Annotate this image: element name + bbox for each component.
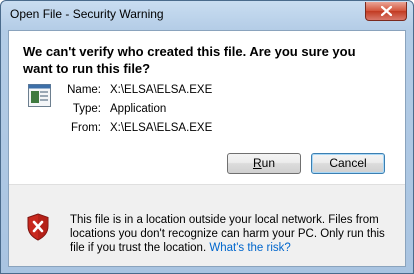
title-bar[interactable]: Open File - Security Warning bbox=[1, 1, 413, 31]
name-value: X:\ELSA\ELSA.EXE bbox=[110, 84, 213, 96]
separator bbox=[9, 184, 405, 185]
whats-the-risk-link[interactable]: What's the risk? bbox=[209, 242, 290, 254]
from-value: X:\ELSA\ELSA.EXE bbox=[110, 122, 213, 134]
warning-message: This file is in a location outside your … bbox=[70, 213, 395, 255]
window-title: Open File - Security Warning bbox=[10, 7, 164, 21]
run-button[interactable]: Run bbox=[227, 153, 301, 174]
security-shield-error-icon bbox=[27, 213, 49, 241]
dialog-content: We can't verify who created this file. A… bbox=[9, 31, 405, 184]
cancel-button[interactable]: Cancel bbox=[311, 153, 385, 174]
close-icon bbox=[381, 6, 392, 16]
type-label: Type: bbox=[72, 103, 101, 115]
dialog-heading: We can't verify who created this file. A… bbox=[23, 44, 356, 76]
name-label: Name: bbox=[67, 84, 101, 96]
security-warning-window: Open File - Security Warning We can't ve… bbox=[0, 0, 414, 274]
dialog-panel: We can't verify who created this file. A… bbox=[8, 30, 406, 267]
from-label: From: bbox=[70, 122, 101, 134]
type-value: Application bbox=[110, 103, 167, 115]
close-button[interactable] bbox=[365, 2, 407, 21]
